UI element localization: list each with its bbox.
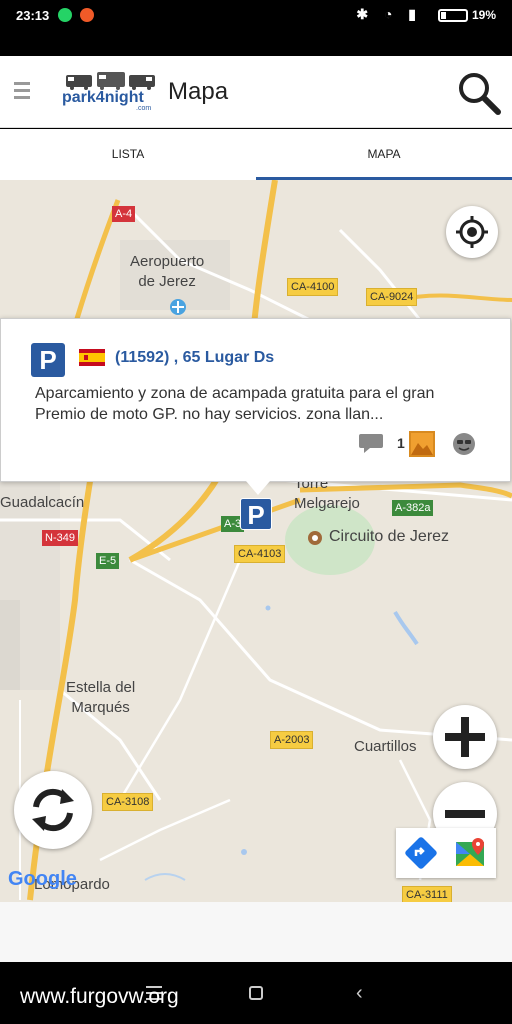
tab-mapa[interactable]: MAPA	[256, 129, 512, 180]
road-e5: E-5	[96, 553, 120, 569]
google-logo: Google	[8, 868, 77, 891]
refresh-icon	[32, 788, 74, 832]
road-ca4103: CA-4103	[234, 545, 286, 563]
tab-mapa-label: MAPA	[367, 147, 401, 161]
logo-text: park4night	[62, 89, 144, 106]
label-estella-text: Estella del Marqués	[66, 679, 136, 716]
plus-icon	[445, 717, 485, 757]
photo-count: 1	[397, 435, 405, 451]
label-estella: Estella del Marqués	[66, 678, 135, 718]
notification-icon	[80, 8, 94, 22]
signal-icons: ✱ ◔ ▮	[356, 6, 422, 22]
google-text: Google	[8, 868, 77, 890]
maps-buttons	[396, 828, 496, 878]
label-circuito: Circuito de Jerez	[329, 528, 450, 545]
label-airport: Aeropuerto de Jerez	[130, 252, 204, 292]
road-n349: N-349	[42, 530, 78, 546]
google-maps-icon[interactable]	[454, 836, 488, 870]
comment-icon	[359, 434, 383, 453]
vans-icon	[66, 72, 155, 90]
rating-face-icon	[453, 433, 475, 455]
search-icon[interactable]	[456, 70, 502, 116]
photo-landscape-icon	[411, 443, 433, 455]
status-bar: 23:13 ✱ ◔ ▮ 19%	[0, 0, 512, 32]
status-gap	[0, 32, 512, 56]
page-title: Mapa	[168, 78, 229, 105]
map-view[interactable]: Aeropuerto de Jerez Guadalcacín Torre Me…	[0, 180, 512, 902]
locate-button[interactable]	[446, 206, 498, 258]
battery-level: 19%	[472, 8, 497, 22]
label-airport-text: Aeropuerto de Jerez	[130, 253, 205, 290]
photo-icon	[409, 431, 435, 457]
zoom-in-button[interactable]	[433, 705, 497, 769]
parking-icon-label: P	[39, 345, 57, 375]
directions-icon[interactable]	[404, 836, 438, 870]
road-ca3108: CA-3108	[102, 793, 154, 811]
bottom-panel	[0, 902, 512, 962]
menu-icon[interactable]	[14, 82, 30, 102]
place-popup[interactable]: P (11592) , 65 Lugar Ds Aparcamiento y z…	[0, 318, 511, 482]
park4night-logo[interactable]: park4night .com	[62, 70, 158, 114]
home-icon[interactable]	[249, 986, 263, 1000]
place-description: Aparcamiento y zona de acampada gratuita…	[35, 385, 435, 423]
crosshair-icon	[456, 216, 488, 248]
app-bar: park4night .com Mapa	[0, 56, 512, 128]
parking-icon: P	[31, 343, 65, 377]
tab-lista-label: LISTA	[111, 147, 145, 161]
road-ca9024: CA-9024	[366, 288, 418, 306]
road-ca3111: CA-3111	[402, 886, 452, 902]
road-a4: A-4	[112, 206, 136, 222]
label-guadalcacin: Guadalcacín	[0, 494, 85, 511]
whatsapp-icon	[58, 8, 72, 22]
road-a382a: A-382a	[392, 500, 434, 516]
watermark: www.furgovw.org	[20, 985, 179, 1008]
popup-pointer	[246, 481, 270, 495]
road-ca4100: CA-4100	[287, 278, 339, 296]
status-time: 23:13	[16, 8, 50, 23]
spain-flag-icon	[79, 349, 105, 366]
back-icon[interactable]: ‹	[356, 982, 363, 1005]
marker-label: P	[247, 500, 265, 530]
refresh-button[interactable]	[14, 771, 92, 849]
tab-lista[interactable]: LISTA	[0, 129, 256, 180]
label-cuartillos: Cuartillos	[354, 738, 417, 755]
road-a2003: A-2003	[270, 731, 314, 749]
logo-sub: .com	[136, 105, 152, 112]
battery-icon	[438, 9, 468, 22]
map-marker[interactable]: P	[240, 498, 272, 530]
tab-bar: LISTA MAPA	[0, 129, 512, 180]
place-title[interactable]: (11592) , 65 Lugar Ds	[115, 349, 274, 367]
